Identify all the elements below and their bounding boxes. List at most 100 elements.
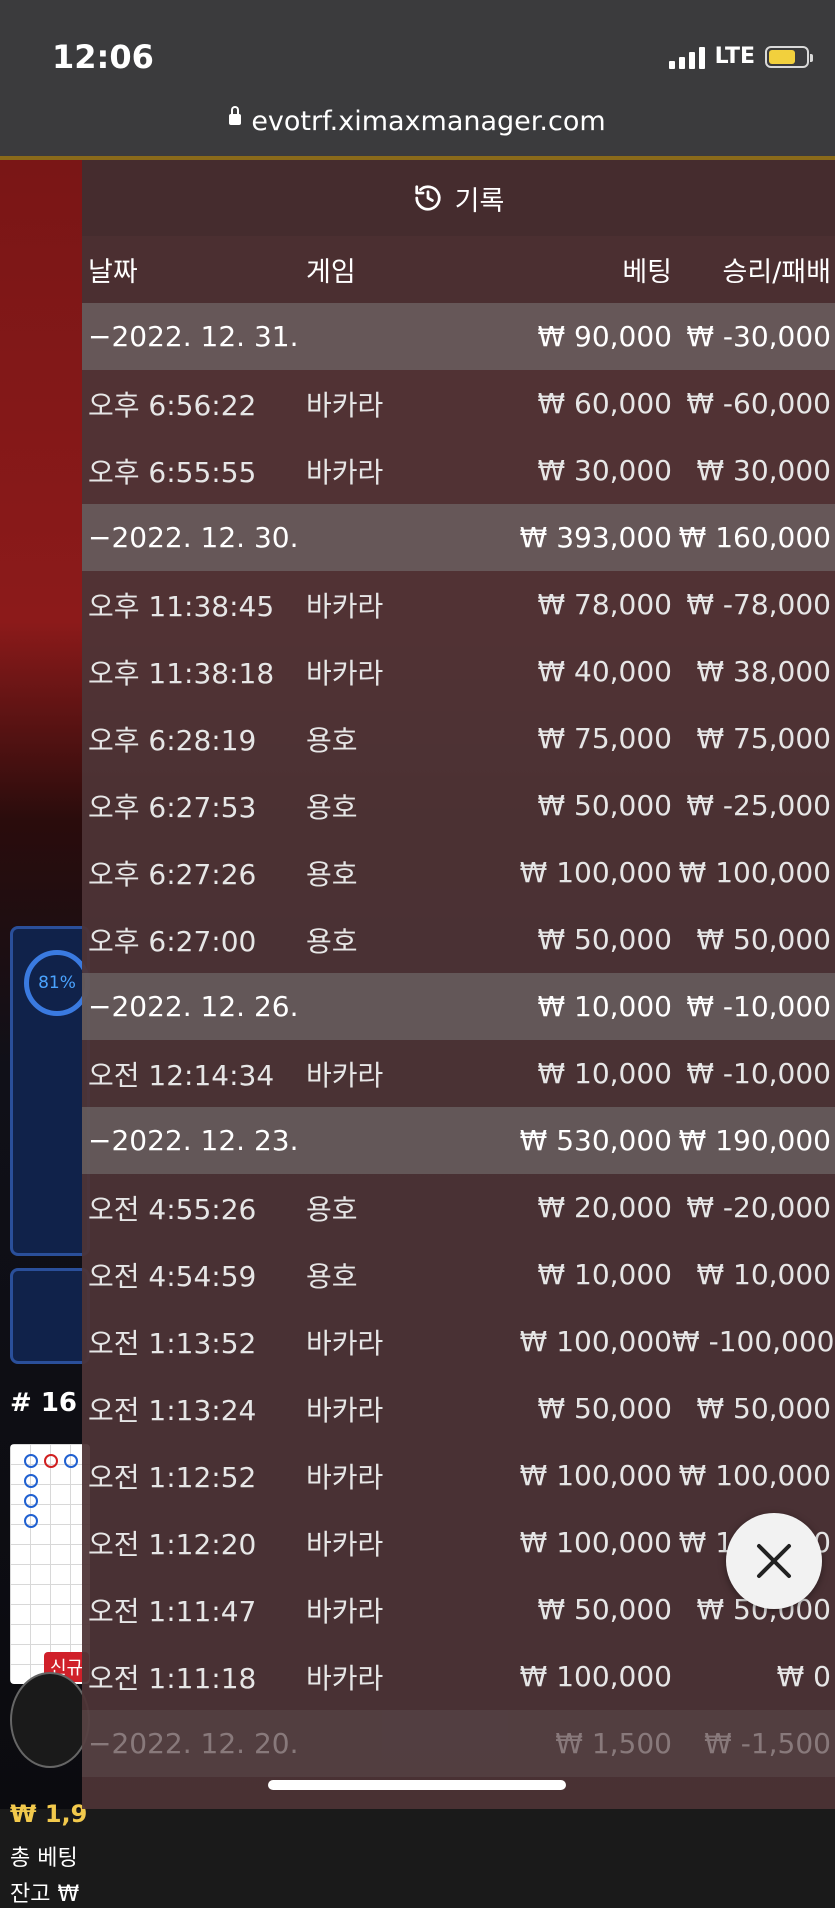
- row-game: 용호: [306, 857, 358, 891]
- history-row: 오후 6:27:53 용호 ₩ 50,000 ₩ -25,000: [82, 772, 835, 839]
- row-time: 오후 11:38:18: [88, 656, 275, 690]
- history-title: 기록: [454, 185, 505, 217]
- row-game: 바카라: [306, 589, 384, 623]
- row-result: ₩ 50,000: [696, 1392, 831, 1425]
- row-game: 바카라: [306, 455, 384, 489]
- row-time: 오전 4:55:26: [88, 1192, 257, 1226]
- row-result: ₩ -1,500: [704, 1727, 831, 1760]
- row-bet: ₩ 100,000: [519, 1660, 672, 1693]
- history-row: 오후 6:27:26 용호 ₩ 100,000 ₩ 100,000: [82, 839, 835, 906]
- date-group-row[interactable]: −2022. 12. 23. ₩ 530,000 ₩ 190,000: [82, 1107, 835, 1174]
- row-time: 오전 1:12:52: [88, 1460, 257, 1494]
- row-result: ₩ -60,000: [686, 387, 831, 420]
- history-row: 오전 1:12:20바카라₩ 100,000₩ 100,000: [82, 1509, 835, 1576]
- row-time: 오전 1:13:52: [88, 1326, 257, 1360]
- date-group-row[interactable]: −2022. 12. 30. ₩ 393,000 ₩ 160,000: [82, 504, 835, 571]
- row-bet: ₩ 100,000: [519, 1526, 672, 1559]
- row-game: 바카라: [306, 1393, 384, 1427]
- road-dot: [24, 1454, 38, 1468]
- row-date: −2022. 12. 31.: [88, 320, 299, 353]
- row-result: ₩ -10,000: [686, 1057, 831, 1090]
- row-bet: ₩ 78,000: [537, 588, 672, 621]
- table-header: 날짜 게임 베팅 승리/패배: [82, 236, 835, 303]
- row-result: ₩ -100,000: [672, 1325, 835, 1358]
- history-panel: 기록 날짜 게임 베팅 승리/패배 −2022. 12. 31. ₩ 90,000…: [82, 160, 835, 1809]
- row-bet: ₩ 20,000: [537, 1191, 672, 1224]
- date-group-row[interactable]: −2022. 12. 20. ₩ 1,500 ₩ -1,500: [82, 1710, 835, 1777]
- date-group-row[interactable]: −2022. 12. 31. ₩ 90,000 ₩ -30,000: [82, 303, 835, 370]
- row-result: ₩ 30,000: [696, 454, 831, 487]
- row-result: ₩ -10,000: [686, 990, 831, 1023]
- row-game: 바카라: [306, 1058, 384, 1092]
- remaining-label: 잔고 ₩: [10, 1882, 80, 1907]
- row-game: 용호: [306, 1259, 358, 1293]
- row-date: −2022. 12. 26.: [88, 990, 299, 1023]
- home-indicator[interactable]: [268, 1780, 566, 1790]
- row-bet: ₩ 100,000: [519, 856, 672, 889]
- col-result: 승리/패배: [722, 257, 831, 288]
- row-game: 바카라: [306, 1326, 384, 1360]
- row-time: 오후 6:55:55: [88, 455, 257, 489]
- history-row: 오후 11:38:18 바카라 ₩ 40,000 ₩ 38,000: [82, 638, 835, 705]
- date-group-row[interactable]: −2022. 12. 26. ₩ 10,000 ₩ -10,000: [82, 973, 835, 1040]
- lock-icon: [229, 106, 242, 125]
- history-row: 오후 6:55:55 바카라 ₩ 30,000 ₩ 30,000: [82, 437, 835, 504]
- row-time: 오후 6:56:22: [88, 388, 257, 422]
- progress-ring: 81%: [24, 950, 90, 1016]
- history-row: 오전 1:12:52 바카라 ₩ 100,000 ₩ 100,000: [82, 1442, 835, 1509]
- row-game: 용호: [306, 723, 358, 757]
- row-bet: ₩ 50,000: [537, 923, 672, 956]
- row-game: 바카라: [306, 1527, 384, 1561]
- row-game: 용호: [306, 924, 358, 958]
- row-bet: ₩ 30,000: [537, 454, 672, 487]
- history-list: −2022. 12. 31. ₩ 90,000 ₩ -30,000 오후 6:56:2…: [82, 303, 835, 1777]
- close-icon: [757, 1544, 791, 1578]
- row-bet: ₩ 10,000: [537, 990, 672, 1023]
- row-result: ₩ 38,000: [696, 655, 831, 688]
- row-game: 바카라: [306, 388, 384, 422]
- row-bet: ₩ 10,000: [537, 1057, 672, 1090]
- history-row: 오전 12:14:34 바카라 ₩ 10,000 ₩ -10,000: [82, 1040, 835, 1107]
- row-result: ₩ 0: [776, 1660, 831, 1693]
- history-row: 오전 4:54:59 용호 ₩ 10,000 ₩ 10,000: [82, 1241, 835, 1308]
- row-time: 오전 1:11:18: [88, 1661, 257, 1695]
- balance-value: ₩ 1,9: [10, 1800, 88, 1828]
- clock: 12:06: [52, 38, 154, 76]
- history-row: 오후 11:38:45 바카라 ₩ 78,000 ₩ -78,000: [82, 571, 835, 638]
- row-bet: ₩ 393,000: [519, 521, 672, 554]
- history-row: 오전 1:13:52 바카라 ₩ 100,000 ₩ -100,000: [82, 1308, 835, 1375]
- row-bet: ₩ 40,000: [537, 655, 672, 688]
- bead-road: [10, 1444, 90, 1684]
- row-time: 오후 6:27:00: [88, 924, 257, 958]
- row-bet: ₩ 50,000: [537, 1593, 672, 1626]
- col-bet: 베팅: [622, 257, 672, 288]
- row-time: 오전 1:12:20: [88, 1527, 257, 1561]
- network-label: LTE: [714, 44, 755, 69]
- row-result: ₩ 160,000: [678, 521, 831, 554]
- road-dot: [44, 1454, 58, 1468]
- history-icon: [415, 185, 441, 211]
- row-bet: ₩ 530,000: [519, 1124, 672, 1157]
- row-result: ₩ 100,000: [678, 856, 831, 889]
- col-date: 날짜: [88, 257, 138, 288]
- battery-icon: [765, 45, 813, 68]
- row-result: ₩ -78,000: [686, 588, 831, 621]
- row-game: 용호: [306, 790, 358, 824]
- history-row: 오후 6:56:22 바카라 ₩ 60,000 ₩ -60,000: [82, 370, 835, 437]
- close-button[interactable]: [726, 1513, 822, 1609]
- history-row: 오후 6:27:00 용호 ₩ 50,000 ₩ 50,000: [82, 906, 835, 973]
- row-bet: ₩ 100,000: [519, 1459, 672, 1492]
- address-bar[interactable]: evotrf.ximaxmanager.com: [0, 106, 835, 137]
- status-bar: 12:06 LTE evotrf.ximaxmanager.com: [0, 0, 835, 160]
- row-result: ₩ 50,000: [696, 923, 831, 956]
- total-bet-label: 총 베팅: [10, 1846, 78, 1871]
- row-result: ₩ 10,000: [696, 1258, 831, 1291]
- chip-button[interactable]: [10, 1672, 90, 1768]
- row-time: 오후 11:38:45: [88, 589, 275, 623]
- row-time: 오후 6:27:53: [88, 790, 257, 824]
- row-date: −2022. 12. 23.: [88, 1124, 299, 1157]
- row-result: ₩ 75,000: [696, 722, 831, 755]
- history-row: 오전 1:11:18 바카라 ₩ 100,000 ₩ 0: [82, 1643, 835, 1710]
- row-time: 오전 4:54:59: [88, 1259, 257, 1293]
- history-row: 오후 6:28:19 용호 ₩ 75,000 ₩ 75,000: [82, 705, 835, 772]
